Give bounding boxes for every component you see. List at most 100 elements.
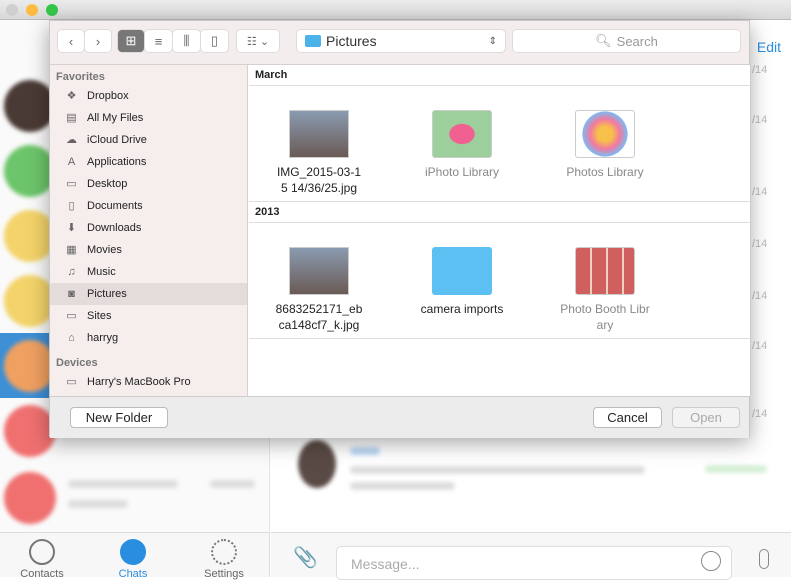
image-thumbnail-icon: [289, 247, 349, 295]
sidebar-item-icloud-drive[interactable]: ☁ iCloud Drive: [50, 129, 247, 151]
edit-button[interactable]: Edit: [757, 39, 781, 55]
tab-settings[interactable]: Settings: [189, 539, 259, 580]
home-icon: ⌂: [68, 332, 75, 344]
tab-chats[interactable]: Chats: [98, 539, 168, 580]
date: /14: [752, 114, 768, 126]
file-item[interactable]: IMG_2015-03-15 14/36/25.jpg: [254, 104, 384, 196]
file-browser: March IMG_2015-03-15 14/36/25.jpg iPhoto L…: [249, 65, 751, 396]
group-header: 2013: [249, 202, 750, 223]
zoom-button[interactable]: [46, 4, 58, 16]
sidebar-item-movies[interactable]: ▦ Movies: [50, 239, 247, 261]
chat-date: [210, 480, 255, 488]
folder-icon: [305, 35, 321, 47]
sidebar-item-label: Desktop: [87, 178, 128, 190]
updown-chevron-icon: ⇕: [488, 35, 497, 47]
arrange-button[interactable]: ☷ ⌄: [237, 30, 279, 52]
chat-preview: [68, 500, 128, 508]
iphoto-thumbnail-icon: [432, 110, 492, 158]
sidebar-item-label: All My Files: [87, 112, 144, 124]
icon-view-button[interactable]: ⊞: [118, 30, 144, 52]
forward-button[interactable]: ›: [85, 30, 111, 52]
search-icon: 🔍︎: [595, 33, 612, 48]
chat-name: [68, 480, 178, 488]
sidebar-item-label: Sites: [87, 310, 112, 322]
sidebar-item-harryg[interactable]: ⌂ harryg: [50, 327, 247, 349]
search-field[interactable]: 🔍︎ Search: [513, 30, 740, 52]
sidebar-item-documents[interactable]: ▯ Documents: [50, 195, 247, 217]
sidebar-item-label: Documents: [87, 200, 143, 212]
dialog-toolbar: ‹ › ⊞ ≡ ⫼ ▯ ☷ ⌄ Pictures ⇕ 🔍︎ Search: [50, 21, 749, 65]
sidebar-item-label: Dropbox: [87, 90, 129, 102]
microphone-icon[interactable]: [759, 549, 769, 569]
file-grid: 8683252171_ebca148cf7_k.jpg camera import…: [249, 223, 750, 339]
sidebar-item-harry-s-macbook-pro[interactable]: ▭ Harry's MacBook Pro: [50, 371, 247, 393]
sidebar-item-downloads[interactable]: ⬇ Downloads: [50, 217, 247, 239]
sidebar-item-label: Pictures: [87, 288, 127, 300]
composer: 📎 Message...: [271, 532, 791, 580]
file-name: 8683252171_ebca148cf7_k.jpg: [275, 302, 363, 332]
date: /14: [752, 408, 768, 420]
sidebar-item-label: iCloud Drive: [87, 134, 147, 146]
photobooth-thumbnail-icon: [575, 247, 635, 295]
emoji-icon[interactable]: [701, 551, 721, 571]
open-file-dialog: ‹ › ⊞ ≡ ⫼ ▯ ☷ ⌄ Pictures ⇕ 🔍︎ Search Favor…: [49, 20, 751, 438]
folder-thumbnail-icon: [432, 247, 492, 295]
coverflow-view-button[interactable]: ▯: [201, 30, 228, 52]
file-item[interactable]: camera imports: [397, 241, 527, 317]
settings-icon: [211, 539, 237, 565]
location-popup[interactable]: Pictures ⇕: [297, 30, 505, 52]
back-button[interactable]: ‹: [58, 30, 84, 52]
column-view-button[interactable]: ⫼: [173, 30, 200, 52]
contacts-icon: [29, 539, 55, 565]
sidebar-item-label: Harry's MacBook Pro: [87, 376, 191, 388]
group-header: March: [249, 65, 750, 86]
photos-thumbnail-icon: [575, 110, 635, 158]
dropbox-icon: ❖: [66, 90, 77, 102]
tab-bar: Contacts Chats Settings: [0, 532, 270, 580]
sidebar-item-sites[interactable]: ▭ Sites: [50, 305, 247, 327]
avatar: [4, 472, 56, 524]
date: /14: [752, 340, 768, 352]
close-button[interactable]: [6, 4, 18, 16]
sidebar-item-label: Music: [87, 266, 116, 278]
file-name: Photo Booth Library: [560, 302, 650, 332]
image-thumbnail-icon: [289, 110, 349, 158]
movies-icon: ▦: [66, 244, 77, 256]
downloads-icon: ⬇: [66, 222, 77, 234]
date: /14: [752, 290, 768, 302]
minimize-button[interactable]: [26, 4, 38, 16]
open-button[interactable]: Open: [672, 407, 740, 428]
laptop-icon: ▭: [66, 376, 77, 388]
cancel-button[interactable]: Cancel: [593, 407, 662, 428]
paperclip-icon[interactable]: 📎: [293, 545, 318, 570]
message-time: [705, 465, 767, 473]
file-item[interactable]: Photo Booth Library: [540, 241, 670, 333]
sidebar-item-desktop[interactable]: ▭ Desktop: [50, 173, 247, 195]
sidebar-item-music[interactable]: ♫ Music: [50, 261, 247, 283]
cloud-icon: ☁: [66, 134, 77, 146]
sidebar-item-dropbox[interactable]: ❖ Dropbox: [50, 85, 247, 107]
sidebar-item-all-my-files[interactable]: ▤ All My Files: [50, 107, 247, 129]
sidebar-item-label: harryg: [87, 332, 119, 344]
file-item[interactable]: 8683252171_ebca148cf7_k.jpg: [254, 241, 384, 333]
file-item[interactable]: Photos Library: [540, 104, 670, 180]
chats-icon: [120, 539, 146, 565]
dialog-footer: New Folder Cancel Open: [50, 396, 749, 438]
all-files-icon: ▤: [66, 112, 77, 124]
camera-icon: ◙: [68, 288, 75, 300]
favorites-header: Favorites: [56, 71, 105, 83]
music-icon: ♫: [67, 266, 76, 278]
sidebar-item-pictures[interactable]: ◙ Pictures: [50, 283, 247, 305]
desktop-icon: ▭: [66, 178, 77, 190]
message-input[interactable]: Message...: [336, 546, 732, 580]
title-bar: [0, 0, 791, 20]
message-text: [350, 482, 455, 490]
devices-header: Devices: [56, 357, 98, 369]
tab-contacts[interactable]: Contacts: [7, 539, 77, 580]
sidebar-item-applications[interactable]: A Applications: [50, 151, 247, 173]
new-folder-button[interactable]: New Folder: [70, 407, 168, 428]
list-view-button[interactable]: ≡: [145, 30, 172, 52]
sidebar-item-label: Movies: [87, 244, 122, 256]
file-item[interactable]: iPhoto Library: [397, 104, 527, 180]
file-name: camera imports: [420, 302, 504, 316]
